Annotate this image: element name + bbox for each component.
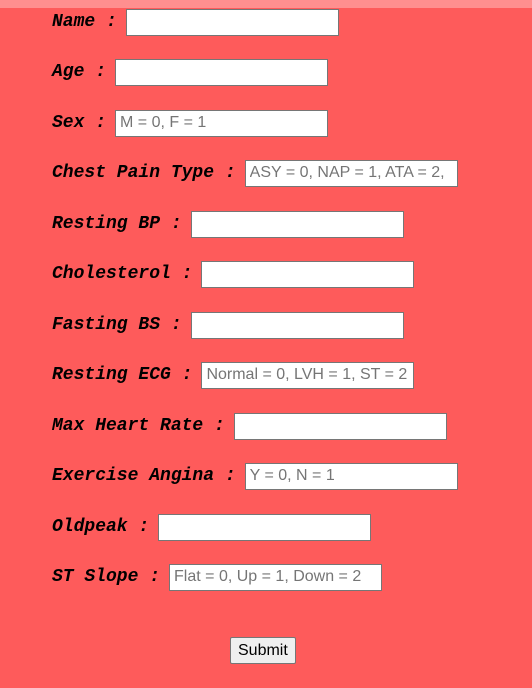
sex-row: Sex :	[52, 109, 329, 137]
oldpeak-row: Oldpeak :	[52, 513, 372, 541]
st-slope-row: ST Slope :	[52, 563, 383, 591]
cholesterol-input[interactable]	[201, 260, 415, 288]
max-heart-rate-label: Max Heart Rate :	[52, 416, 225, 436]
age-label: Age :	[52, 62, 107, 82]
sex-label: Sex :	[52, 113, 107, 133]
submit-button[interactable]: Submit	[230, 637, 296, 664]
fasting-bs-row: Fasting BS :	[52, 311, 404, 339]
resting-ecg-row: Resting ECG :	[52, 361, 415, 389]
name-row: Name :	[52, 8, 339, 36]
resting-bp-label: Resting BP :	[52, 214, 182, 234]
chest-pain-type-label: Chest Pain Type :	[52, 163, 236, 183]
cholesterol-row: Cholesterol :	[52, 260, 415, 288]
age-row: Age :	[52, 58, 329, 86]
fasting-bs-input[interactable]	[190, 311, 404, 339]
resting-bp-input[interactable]	[190, 210, 404, 238]
cholesterol-label: Cholesterol :	[52, 264, 193, 284]
chest-pain-type-input[interactable]	[244, 159, 458, 187]
sex-input[interactable]	[115, 109, 329, 137]
resting-ecg-input[interactable]	[201, 361, 415, 389]
name-label: Name :	[52, 12, 117, 32]
top-strip	[0, 0, 532, 8]
resting-ecg-label: Resting ECG :	[52, 365, 193, 385]
fasting-bs-label: Fasting BS :	[52, 315, 182, 335]
exercise-angina-row: Exercise Angina :	[52, 462, 458, 490]
st-slope-input[interactable]	[169, 563, 383, 591]
oldpeak-label: Oldpeak :	[52, 517, 150, 537]
max-heart-rate-input[interactable]	[233, 412, 447, 440]
age-input[interactable]	[115, 58, 329, 86]
oldpeak-input[interactable]	[158, 513, 372, 541]
resting-bp-row: Resting BP :	[52, 210, 404, 238]
exercise-angina-input[interactable]	[244, 462, 458, 490]
chest-pain-type-row: Chest Pain Type :	[52, 159, 458, 187]
st-slope-label: ST Slope :	[52, 567, 161, 587]
name-input[interactable]	[125, 8, 339, 36]
exercise-angina-label: Exercise Angina :	[52, 466, 236, 486]
max-heart-rate-row: Max Heart Rate :	[52, 412, 447, 440]
